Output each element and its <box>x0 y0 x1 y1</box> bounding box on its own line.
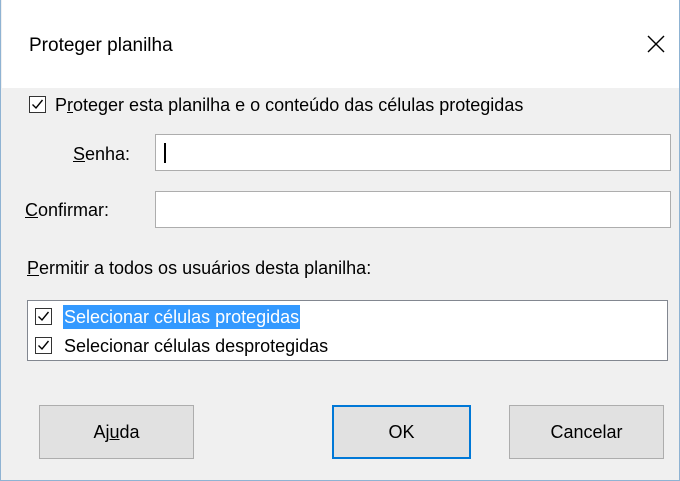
password-label: Senha: <box>73 144 131 164</box>
dialog-title: Proteger planilha <box>29 35 173 56</box>
password-field[interactable] <box>155 134 671 171</box>
title-bar[interactable]: Proteger planilha <box>2 0 679 88</box>
text-caret <box>164 143 166 163</box>
checkmark-icon <box>38 311 50 322</box>
select-unprotected-cells-checkbox[interactable] <box>35 337 52 354</box>
permissions-heading: Permitir a todos os usuários desta plani… <box>27 258 372 278</box>
close-icon <box>647 35 665 53</box>
checkmark-icon <box>32 99 44 110</box>
protect-sheet-checkbox[interactable] <box>29 96 46 113</box>
list-item-label: Selecionar células desprotegidas <box>64 336 329 356</box>
protect-sheet-dialog: Proteger planilha Proteger esta planilha… <box>0 0 680 481</box>
close-button[interactable] <box>634 22 678 66</box>
permissions-list[interactable]: Selecionar células protegidas Selecionar… <box>27 300 668 361</box>
confirm-password-field[interactable] <box>155 191 671 228</box>
cancel-button[interactable]: Cancelar <box>509 405 664 459</box>
list-item-label: Selecionar células protegidas <box>63 305 301 329</box>
protect-sheet-label[interactable]: Proteger esta planilha e o conteúdo das … <box>55 94 523 116</box>
help-button[interactable]: Aj u da <box>39 405 194 459</box>
list-item[interactable]: Selecionar células protegidas <box>28 305 667 329</box>
confirm-label: Confirmar: <box>25 200 110 220</box>
list-item[interactable]: Selecionar células desprotegidas <box>28 334 667 358</box>
ok-button[interactable]: OK <box>332 405 471 459</box>
select-protected-cells-checkbox[interactable] <box>35 308 52 325</box>
checkmark-icon <box>38 340 50 351</box>
